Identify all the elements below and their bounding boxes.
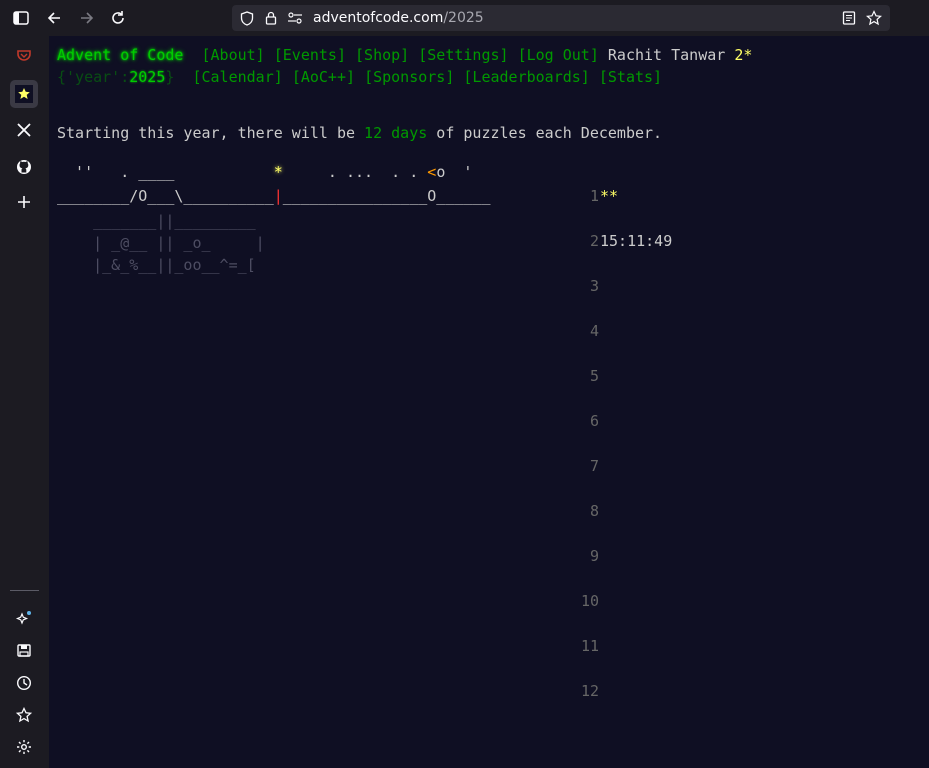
reader-view-icon[interactable]: [841, 10, 857, 26]
nav-calendar-link[interactable]: [Calendar]: [192, 68, 282, 86]
user-star-count: 2*: [734, 46, 753, 64]
art-star: *: [273, 163, 283, 181]
art-row1-a: '' . ____: [57, 163, 175, 181]
day-number: 7: [589, 457, 599, 475]
nav-stats-link[interactable]: [Stats]: [599, 68, 662, 86]
synced-tabs-icon[interactable]: [10, 637, 38, 665]
day-number: 8: [589, 502, 599, 520]
intro-pre: Starting this year, there will be: [57, 124, 365, 142]
intro-days: 12 days: [364, 124, 428, 142]
art-red-bar: |: [273, 187, 283, 205]
day-status: **: [600, 187, 619, 205]
sidebar-toggle-icon[interactable]: [11, 8, 31, 28]
url-text[interactable]: adventofcode.com/2025: [313, 10, 484, 26]
calendar-day-1[interactable]: 1: [549, 186, 599, 206]
advent-of-code-sidebar-icon[interactable]: [10, 80, 38, 108]
reload-icon[interactable]: [108, 8, 128, 28]
art-row2-c: ________________O______: [282, 187, 491, 205]
calendar-art-row-3: _______||_________: [57, 212, 256, 230]
nav-about-link[interactable]: [About]: [202, 46, 265, 64]
calendar-day-8: 8: [549, 501, 599, 521]
lock-icon[interactable]: [263, 10, 279, 26]
nav-logout-link[interactable]: [Log Out]: [518, 46, 599, 64]
day-number: 3: [589, 277, 599, 295]
address-bar[interactable]: adventofcode.com/2025: [232, 5, 890, 31]
calendar-day-6: 6: [549, 411, 599, 431]
user-name: Rachit Tanwar: [607, 46, 726, 64]
day-number: 2: [589, 232, 599, 250]
nav-leaderboards-link[interactable]: [Leaderboards]: [463, 68, 589, 86]
day-number: 6: [589, 412, 599, 430]
calendar-day-4: 4: [549, 321, 599, 341]
day-number: 9: [589, 547, 599, 565]
settings-gear-icon[interactable]: [10, 733, 38, 761]
intro-post: of puzzles each December.: [427, 124, 663, 142]
day-status: 15:11:49: [600, 232, 673, 250]
calendar-day-5: 5: [549, 366, 599, 386]
bookmark-star-icon[interactable]: [866, 10, 882, 26]
site-title-link[interactable]: Advent of Code: [57, 46, 183, 64]
nav-events-link[interactable]: [Events]: [274, 46, 346, 64]
calendar-art-row-1: '' . ____ * . ... . . <o ': [57, 162, 472, 182]
forward-icon[interactable]: [77, 8, 97, 28]
nav-settings-link[interactable]: [Settings]: [418, 46, 508, 64]
calendar-day-12: 12: [549, 681, 599, 701]
browser-toolbar: adventofcode.com/2025: [0, 0, 929, 36]
pocket-extension-icon[interactable]: [10, 41, 38, 69]
nav-shop-link[interactable]: [Shop]: [355, 46, 409, 64]
art-arrow: <: [427, 163, 437, 181]
shield-icon[interactable]: [239, 10, 255, 26]
day-number: 12: [580, 682, 599, 700]
calendar-day-9: 9: [549, 546, 599, 566]
url-path: /2025: [443, 10, 484, 26]
year-suffix: }: [165, 68, 175, 86]
day-number: 10: [580, 592, 599, 610]
history-icon[interactable]: [10, 669, 38, 697]
calendar-day-11: 11: [549, 636, 599, 656]
day-number: 4: [589, 322, 599, 340]
x-twitter-icon[interactable]: [10, 116, 38, 144]
url-domain: adventofcode.com: [313, 10, 444, 26]
nav-aocpp-link[interactable]: [AoC++]: [292, 68, 355, 86]
ai-chatbot-icon[interactable]: [10, 605, 38, 633]
calendar-art-row-4: | _@__ || _o_ |: [57, 234, 265, 252]
day-number: 5: [589, 367, 599, 385]
page-content: Advent of Code [About] [Events] [Shop] […: [49, 36, 929, 768]
calendar-day-7: 7: [549, 456, 599, 476]
calendar-art-row-5: |_&_%__||_oo__^=_[: [57, 256, 256, 274]
art-row1-e: o ': [436, 163, 473, 181]
day-number: 11: [580, 637, 599, 655]
header-row-1: Advent of Code [About] [Events] [Shop] […: [57, 45, 752, 65]
back-icon[interactable]: [44, 8, 64, 28]
header-row-2: {'year':2025} [Calendar] [AoC++] [Sponso…: [57, 67, 662, 87]
bookmarks-icon[interactable]: [10, 701, 38, 729]
nav-sponsors-link[interactable]: [Sponsors]: [364, 68, 454, 86]
art-row2-a: ________/O___\__________: [57, 187, 274, 205]
art-row1-c: . ... . .: [282, 163, 428, 181]
intro-text: Starting this year, there will be 12 day…: [57, 123, 662, 143]
day-number: 1: [589, 187, 599, 205]
browser-sidebar: [0, 36, 49, 768]
github-icon[interactable]: [10, 153, 38, 181]
permissions-icon[interactable]: [287, 10, 303, 26]
calendar-art-row-2[interactable]: ________/O___\__________|_______________…: [57, 186, 491, 206]
calendar-day-10: 10: [549, 591, 599, 611]
add-panel-icon[interactable]: [10, 188, 38, 216]
year-prefix: {'year':: [57, 68, 130, 86]
calendar-day-3: 3: [549, 276, 599, 296]
year-link[interactable]: 2025: [129, 68, 165, 86]
calendar-day-2[interactable]: 2: [549, 231, 599, 251]
sidebar-divider: [10, 590, 39, 591]
